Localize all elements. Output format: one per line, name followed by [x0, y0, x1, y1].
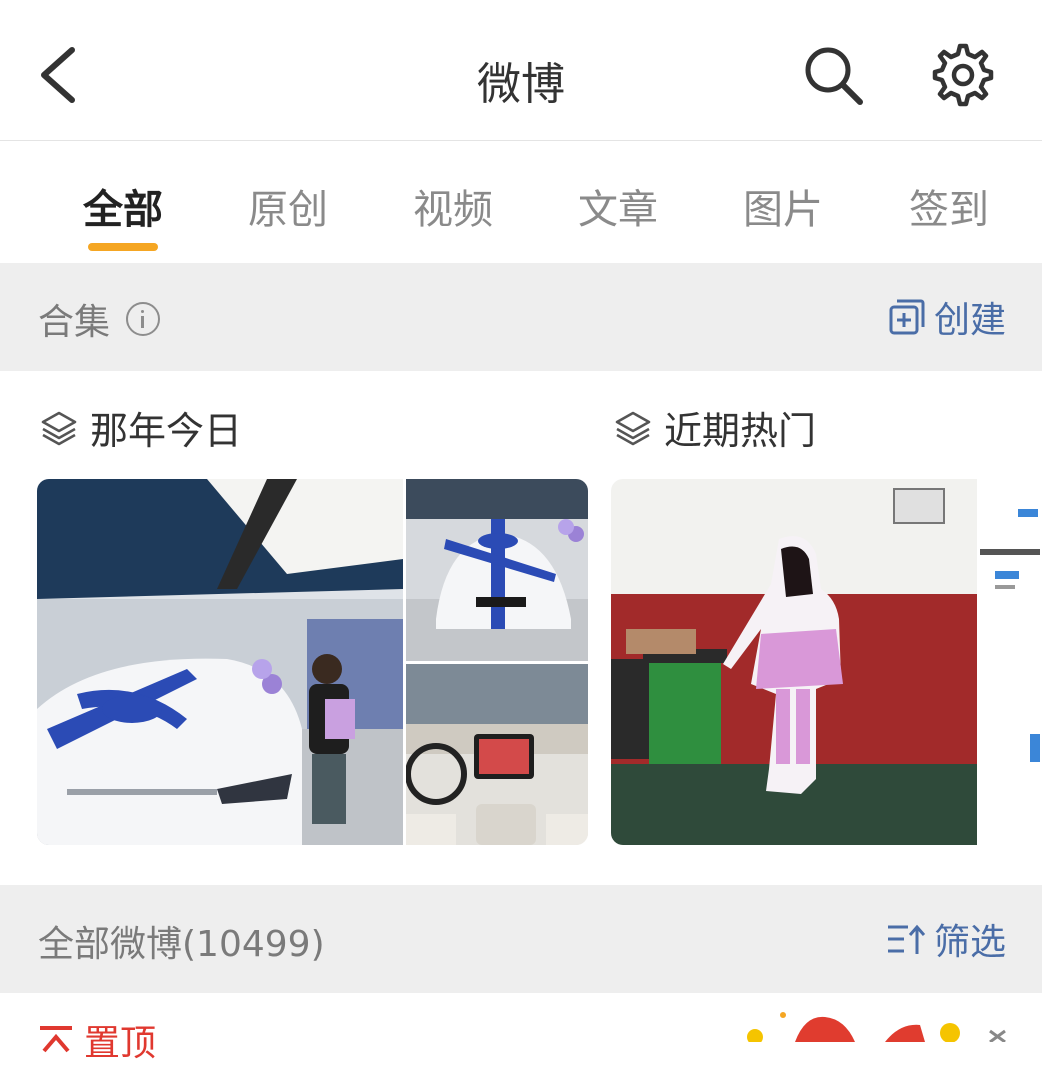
collection-photo-car-front[interactable] — [406, 479, 588, 661]
filter-label: 筛选 — [933, 922, 1006, 963]
filter-sort-icon — [887, 924, 926, 954]
filter-button[interactable]: 筛选 — [886, 913, 1006, 965]
collection-photo-car-showroom[interactable] — [37, 479, 403, 845]
collection-photo-standee[interactable] — [611, 479, 977, 845]
all-posts-bar: 全部微博(10499) 筛选 — [0, 885, 1042, 993]
search-icon[interactable] — [800, 42, 866, 108]
create-label: 创建 — [933, 300, 1006, 341]
layers-icon — [41, 411, 77, 445]
collection-title: 近期热门 — [664, 409, 817, 453]
layers-icon — [615, 411, 651, 445]
info-icon[interactable] — [126, 302, 161, 336]
collection-photo-partial[interactable] — [980, 479, 1042, 845]
tab-article[interactable]: 文章 — [558, 177, 678, 235]
tab-bar: 全部 原创 视频 文章 图片 签到 — [0, 141, 1042, 263]
active-tab-indicator — [88, 243, 158, 251]
collection-title: 那年今日 — [90, 409, 243, 453]
collection-photo-car-interior[interactable] — [406, 664, 588, 845]
tab-all[interactable]: 全部 — [63, 177, 183, 235]
collection-label: 合集 — [38, 302, 111, 343]
tab-original[interactable]: 原创 — [228, 177, 348, 235]
tab-video[interactable]: 视频 — [393, 177, 513, 235]
all-posts-count: 全部微博(10499) — [38, 924, 325, 965]
tab-photos[interactable]: 图片 — [723, 177, 843, 235]
gear-icon[interactable] — [930, 42, 996, 108]
tab-checkin[interactable]: 签到 — [889, 177, 1009, 235]
add-collection-icon — [889, 299, 925, 335]
top-bar: 微博 — [0, 0, 1042, 141]
pinned-post-label[interactable]: 置顶 — [38, 1014, 156, 1066]
promo-sticker-image[interactable] — [735, 1005, 1025, 1042]
page-title: 微博 — [477, 59, 565, 110]
pin-icon — [40, 1026, 72, 1053]
collection-recent-hot[interactable]: 近期热门 — [614, 400, 816, 455]
create-collection-button[interactable]: 创建 — [888, 291, 1006, 343]
collection-this-day[interactable]: 那年今日 — [40, 400, 242, 455]
pinned-label: 置顶 — [84, 1023, 157, 1064]
collection-bar: 合集 创建 — [0, 263, 1042, 371]
